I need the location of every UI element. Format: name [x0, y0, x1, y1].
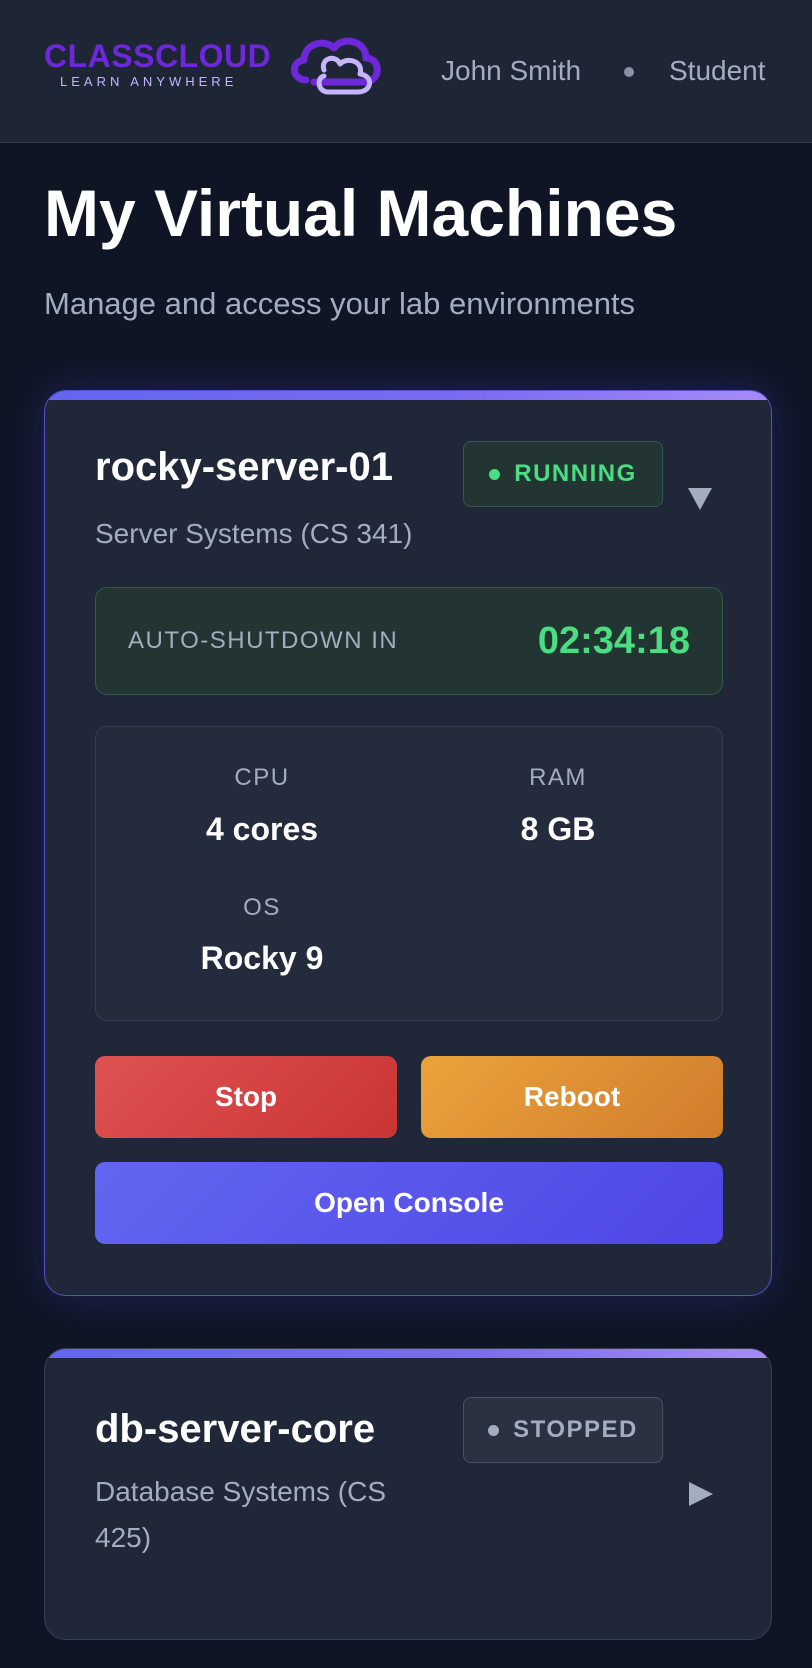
card-accent-bar — [45, 391, 771, 400]
chevron-down-icon[interactable] — [685, 483, 715, 513]
status-badge: STOPPED — [463, 1397, 663, 1463]
reboot-button[interactable]: Reboot — [421, 1056, 723, 1138]
app-header: CLASSCLOUD LEARN ANYWHERE John Smith Stu… — [0, 0, 812, 143]
page-title: My Virtual Machines — [44, 176, 678, 250]
open-console-button[interactable]: Open Console — [95, 1162, 723, 1244]
vm-specs: CPU 4 cores RAM 8 GB OS Rocky 9 — [95, 726, 723, 1021]
status-dot-icon — [489, 468, 501, 480]
status-badge: RUNNING — [463, 441, 663, 507]
vm-name: rocky-server-01 — [95, 445, 393, 489]
cloud-icon — [291, 37, 381, 95]
status-dot-icon — [488, 1424, 500, 1436]
logo-subtitle: LEARN ANYWHERE — [60, 74, 238, 89]
page-subtitle: Manage and access your lab environments — [44, 286, 636, 321]
os-value: Rocky 9 — [200, 940, 324, 976]
auto-shutdown-timer: AUTO-SHUTDOWN IN 02:34:18 — [95, 587, 723, 695]
card-accent-bar — [45, 1349, 771, 1358]
vm-course: Database Systems (CS 425) — [95, 1476, 386, 1553]
separator-dot — [624, 67, 634, 77]
logo-title: CLASSCLOUD — [44, 38, 272, 74]
ram-label: RAM — [529, 764, 587, 791]
status-text: RUNNING — [514, 460, 637, 487]
status-text: STOPPED — [513, 1416, 638, 1443]
cpu-label: CPU — [234, 764, 290, 791]
user-role: Student — [669, 55, 766, 86]
chevron-right-icon[interactable] — [685, 1479, 715, 1509]
vm-card-rocky-server-01: rocky-server-01 Server Systems (CS 341) … — [44, 390, 772, 1296]
vm-card-db-server-core[interactable]: db-server-core Database Systems (CS 425)… — [44, 1348, 772, 1640]
vm-course: Server Systems (CS 341) — [95, 518, 413, 549]
shutdown-label: AUTO-SHUTDOWN IN — [128, 627, 399, 654]
stop-button[interactable]: Stop — [95, 1056, 397, 1138]
cpu-value: 4 cores — [205, 811, 319, 847]
vm-name: db-server-core — [95, 1407, 376, 1451]
os-label: OS — [243, 894, 281, 921]
user-name: John Smith — [441, 55, 582, 86]
classcloud-logo[interactable]: CLASSCLOUD LEARN ANYWHERE — [44, 30, 384, 100]
shutdown-countdown: 02:34:18 — [537, 620, 690, 662]
ram-value: 8 GB — [520, 811, 596, 847]
